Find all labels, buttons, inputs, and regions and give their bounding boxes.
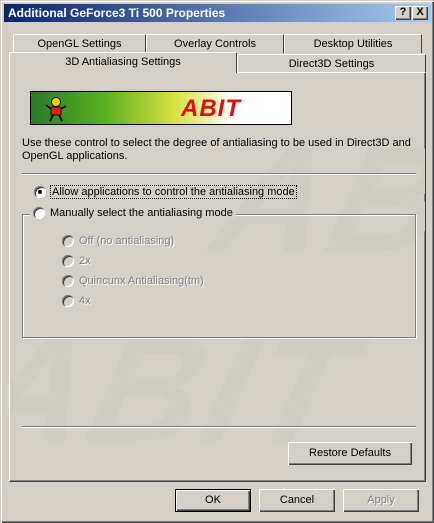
restore-defaults-button[interactable]: Restore Defaults [288, 442, 412, 465]
properties-window: Additional GeForce3 Ti 500 Properties ? … [0, 0, 434, 523]
tab-label: 3D Antialiasing Settings [65, 56, 181, 68]
cancel-button[interactable]: Cancel [259, 489, 335, 512]
tab-3d-antialiasing-settings[interactable]: 3D Antialiasing Settings [9, 52, 237, 73]
radio-indicator[interactable] [33, 207, 45, 219]
mode-2x-label: 2x [79, 255, 91, 267]
close-icon: X [416, 6, 424, 18]
abit-banner: ABIT [30, 91, 292, 125]
tab-label: Overlay Controls [174, 38, 256, 50]
ok-button[interactable]: OK [175, 489, 251, 512]
manual-select-label: Manually select the antialiasing mode [50, 207, 233, 219]
tab-label: OpenGL Settings [37, 38, 122, 50]
help-button[interactable]: ? [395, 6, 411, 20]
mode-2x-radio[interactable]: 2x [62, 255, 91, 267]
tab-label: Desktop Utilities [313, 38, 393, 50]
window-title: Additional GeForce3 Ti 500 Properties [8, 6, 226, 20]
radio-indicator[interactable] [34, 186, 46, 198]
mode-4x-radio[interactable]: 4x [62, 295, 91, 307]
restore-defaults-label: Restore Defaults [309, 447, 391, 459]
tab-panel: ABIT ABIT ABIT Use these control to sele… [9, 72, 426, 482]
mode-off-label: Off (no antialiasing) [79, 235, 175, 247]
radio-indicator[interactable] [62, 275, 74, 287]
radio-indicator[interactable] [62, 255, 74, 267]
tab-label: Direct3D Settings [288, 58, 375, 70]
mode-4x-label: 4x [79, 295, 91, 307]
allow-app-control-radio[interactable]: Allow applications to control the antial… [34, 185, 297, 199]
tab-desktop-utilities[interactable]: Desktop Utilities [284, 34, 422, 53]
tab-overlay-controls[interactable]: Overlay Controls [146, 34, 284, 53]
title-bar[interactable]: Additional GeForce3 Ti 500 Properties ? … [4, 4, 431, 22]
cancel-label: Cancel [279, 494, 315, 506]
radio-indicator[interactable] [62, 295, 74, 307]
divider [22, 173, 416, 175]
description-text: Use these control to select the degree o… [22, 137, 411, 162]
help-icon: ? [399, 6, 407, 18]
manual-select-radio[interactable]: Manually select the antialiasing mode [30, 207, 236, 219]
close-button[interactable]: X [412, 6, 428, 20]
divider [22, 426, 416, 428]
mode-quincunx-label: Quincunx Antialiasing(tm) [79, 275, 204, 287]
tab-direct3d-settings[interactable]: Direct3D Settings [237, 54, 426, 73]
mode-off-radio[interactable]: Off (no antialiasing) [62, 235, 174, 247]
ok-label: OK [205, 494, 221, 506]
radio-indicator[interactable] [62, 235, 74, 247]
apply-button[interactable]: Apply [343, 489, 419, 512]
allow-app-control-label: Allow applications to control the antial… [50, 185, 297, 199]
mode-quincunx-radio[interactable]: Quincunx Antialiasing(tm) [62, 275, 204, 287]
apply-label: Apply [367, 494, 395, 506]
abit-mascot-icon [45, 97, 67, 122]
tab-opengl-settings[interactable]: OpenGL Settings [13, 34, 146, 53]
abit-logo: ABIT [181, 95, 241, 122]
